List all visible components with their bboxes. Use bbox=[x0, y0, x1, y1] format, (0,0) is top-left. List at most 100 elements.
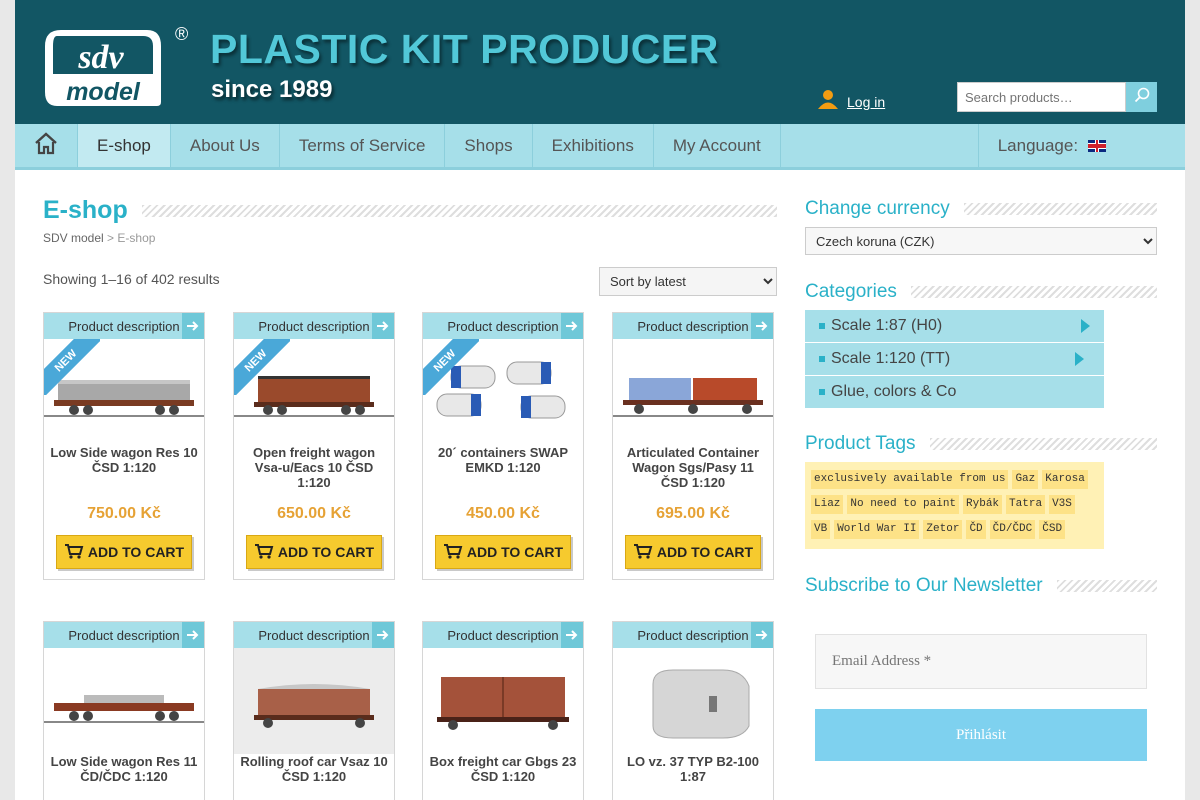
product-card[interactable]: Product description Articulated Containe… bbox=[612, 312, 774, 580]
arrow-right-icon[interactable] bbox=[372, 622, 394, 648]
search-input[interactable] bbox=[957, 82, 1126, 112]
product-description-label: Product description bbox=[637, 318, 749, 334]
bullet-icon bbox=[819, 389, 825, 395]
tag-link[interactable]: Rybák bbox=[963, 495, 1003, 514]
product-image[interactable] bbox=[613, 339, 773, 445]
product-name[interactable]: 20´ containers SWAP EMKD 1:120 bbox=[423, 445, 583, 499]
title-stripes bbox=[929, 438, 1157, 450]
product-image[interactable] bbox=[234, 648, 394, 754]
page-title: E-shop bbox=[43, 196, 128, 224]
product-image[interactable]: NEW bbox=[423, 339, 583, 445]
product-card[interactable]: Product description NEW 20´ containers S… bbox=[422, 312, 584, 580]
nav-my-account[interactable]: My Account bbox=[654, 124, 781, 167]
category-item-h0[interactable]: Scale 1:87 (H0) bbox=[805, 310, 1104, 343]
expand-arrow-icon[interactable] bbox=[1075, 352, 1084, 366]
uk-flag-icon[interactable] bbox=[1088, 139, 1107, 152]
product-card[interactable]: Product description LO vz. 37 TYP B2-100… bbox=[612, 621, 774, 800]
category-item-glue[interactable]: Glue, colors & Co bbox=[805, 376, 1104, 409]
product-price: 695.00 Kč bbox=[656, 505, 730, 522]
category-label: Glue, colors & Co bbox=[831, 383, 957, 400]
breadcrumb-home[interactable]: SDV model bbox=[43, 231, 104, 245]
product-card[interactable]: Product description NEW Low Side wagon R… bbox=[43, 312, 205, 580]
tag-link[interactable]: exclusively available from us bbox=[811, 470, 1009, 489]
product-image[interactable] bbox=[613, 648, 773, 754]
product-card[interactable]: Product description Low Side wagon Res 1… bbox=[43, 621, 205, 800]
nav-shops[interactable]: Shops bbox=[445, 124, 533, 167]
product-description-label: Product description bbox=[258, 627, 370, 643]
bullet-icon bbox=[819, 323, 825, 329]
product-description-bar[interactable]: Product description bbox=[44, 622, 204, 648]
product-image[interactable] bbox=[423, 648, 583, 754]
nav-exhibitions[interactable]: Exhibitions bbox=[533, 124, 654, 167]
arrow-right-icon[interactable] bbox=[751, 622, 773, 648]
tag-link[interactable]: VB bbox=[811, 520, 831, 539]
arrow-right-icon[interactable] bbox=[561, 313, 583, 339]
product-image[interactable]: NEW bbox=[234, 339, 394, 445]
product-name[interactable]: Low Side wagon Res 11 ČD/ČDC 1:120 bbox=[44, 754, 204, 800]
product-image[interactable] bbox=[44, 648, 204, 754]
product-name[interactable]: Articulated Container Wagon Sgs/Pasy 11 … bbox=[613, 445, 773, 499]
user-icon bbox=[817, 88, 839, 115]
product-description-label: Product description bbox=[447, 318, 559, 334]
arrow-right-icon[interactable] bbox=[182, 313, 204, 339]
product-card[interactable]: Product description Rolling roof car Vsa… bbox=[233, 621, 395, 800]
add-to-cart-button[interactable]: ADD TO CART bbox=[625, 535, 761, 569]
home-icon bbox=[33, 131, 59, 160]
search-button[interactable] bbox=[1126, 82, 1157, 112]
arrow-right-icon[interactable] bbox=[561, 622, 583, 648]
arrow-right-icon[interactable] bbox=[182, 622, 204, 648]
tag-link[interactable]: No need to paint bbox=[847, 495, 960, 514]
subscribe-button[interactable]: Přihlásit bbox=[815, 709, 1147, 761]
currency-select[interactable]: Czech koruna (CZK) bbox=[805, 227, 1157, 255]
product-description-bar[interactable]: Product description bbox=[613, 622, 773, 648]
product-name[interactable]: Rolling roof car Vsaz 10 ČSD 1:120 bbox=[234, 754, 394, 800]
registered-mark: ® bbox=[175, 24, 189, 44]
add-to-cart-button[interactable]: ADD TO CART bbox=[435, 535, 571, 569]
product-name[interactable]: Open freight wagon Vsa-u/Eacs 10 ČSD 1:1… bbox=[234, 445, 394, 499]
product-description-bar[interactable]: Product description bbox=[234, 313, 394, 339]
logo-text-bottom: model bbox=[66, 78, 141, 106]
product-description-bar[interactable]: Product description bbox=[44, 313, 204, 339]
tag-link[interactable]: World War II bbox=[834, 520, 920, 539]
nav-about-us[interactable]: About Us bbox=[171, 124, 280, 167]
tag-link[interactable]: V3S bbox=[1049, 495, 1075, 514]
sdv-model-logo[interactable]: sdv model bbox=[43, 28, 163, 108]
product-description-bar[interactable]: Product description bbox=[234, 622, 394, 648]
add-to-cart-button[interactable]: ADD TO CART bbox=[246, 535, 382, 569]
tag-link[interactable]: ČSD bbox=[1039, 520, 1066, 539]
login-area: Log in bbox=[817, 88, 885, 115]
product-image[interactable]: NEW bbox=[44, 339, 204, 445]
new-badge: NEW bbox=[44, 339, 100, 395]
product-description-bar[interactable]: Product description bbox=[613, 313, 773, 339]
page-frame: sdv model ® PLASTIC KIT PRODUCER since 1… bbox=[15, 0, 1185, 800]
tag-link[interactable]: ČD/ČDC bbox=[989, 520, 1036, 539]
product-name[interactable]: Low Side wagon Res 10 ČSD 1:120 bbox=[44, 445, 204, 499]
tag-link[interactable]: Karosa bbox=[1042, 470, 1088, 489]
login-link[interactable]: Log in bbox=[847, 94, 885, 110]
arrow-right-icon[interactable] bbox=[751, 313, 773, 339]
product-card[interactable]: Product description Box freight car Gbgs… bbox=[422, 621, 584, 800]
cart-icon bbox=[64, 543, 84, 562]
add-to-cart-button[interactable]: ADD TO CART bbox=[56, 535, 192, 569]
tags-title: Product Tags bbox=[805, 433, 916, 454]
add-to-cart-label: ADD TO CART bbox=[87, 544, 185, 560]
tag-link[interactable]: Zetor bbox=[923, 520, 963, 539]
category-item-tt[interactable]: Scale 1:120 (TT) bbox=[805, 343, 1104, 376]
tag-link[interactable]: Gaz bbox=[1012, 470, 1039, 489]
tag-link[interactable]: Liaz bbox=[811, 495, 844, 514]
nav-terms[interactable]: Terms of Service bbox=[280, 124, 446, 167]
product-name[interactable]: Box freight car Gbgs 23 ČSD 1:120 bbox=[423, 754, 583, 800]
tag-link[interactable]: ČD bbox=[966, 520, 986, 539]
product-name[interactable]: LO vz. 37 TYP B2-100 1:87 bbox=[613, 754, 773, 800]
expand-arrow-icon[interactable] bbox=[1081, 319, 1090, 333]
tag-link[interactable]: Tatra bbox=[1006, 495, 1046, 514]
arrow-right-icon[interactable] bbox=[372, 313, 394, 339]
newsletter-email-input[interactable] bbox=[815, 634, 1147, 689]
language-switcher[interactable]: Language: bbox=[979, 124, 1125, 167]
sort-select[interactable]: Sort by latest bbox=[599, 267, 777, 296]
product-description-bar[interactable]: Product description bbox=[423, 313, 583, 339]
nav-home[interactable] bbox=[15, 124, 78, 167]
nav-eshop[interactable]: E-shop bbox=[78, 124, 171, 167]
product-description-bar[interactable]: Product description bbox=[423, 622, 583, 648]
product-card[interactable]: Product description NEW Open freight wag… bbox=[233, 312, 395, 580]
